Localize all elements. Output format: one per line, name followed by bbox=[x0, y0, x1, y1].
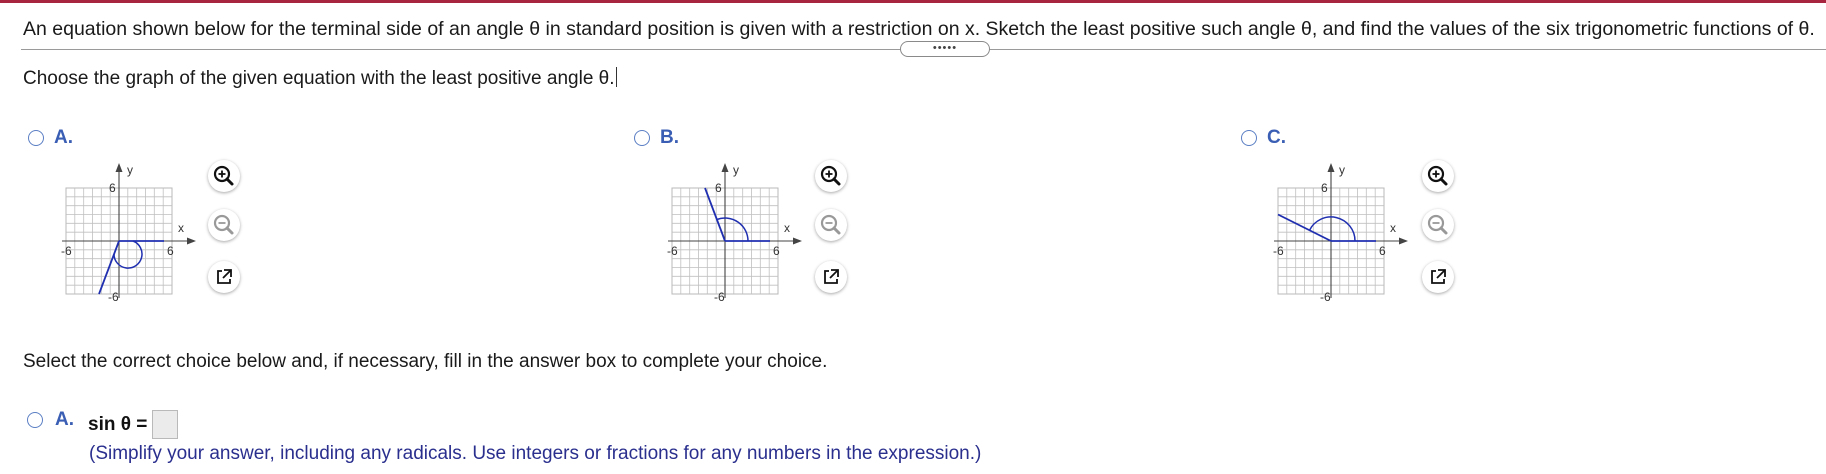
choice-b-radio[interactable] bbox=[634, 130, 650, 146]
pop-out-button-c[interactable] bbox=[1422, 261, 1454, 293]
tick-left: -6 bbox=[1273, 244, 1284, 258]
tick-left: -6 bbox=[61, 244, 72, 258]
text-cursor bbox=[615, 67, 617, 87]
zoom-out-icon bbox=[820, 214, 841, 235]
zoom-in-button-a[interactable] bbox=[208, 160, 240, 192]
x-axis-label: x bbox=[178, 221, 184, 235]
zoom-in-button-c[interactable] bbox=[1422, 160, 1454, 192]
tick-left: -6 bbox=[667, 244, 678, 258]
y-axis-label: y bbox=[127, 163, 133, 177]
tick-bottom: -6 bbox=[1320, 290, 1331, 304]
sin-theta-label: sin θ = bbox=[88, 414, 148, 435]
tick-top: 6 bbox=[109, 181, 116, 195]
sin-answer-input[interactable] bbox=[152, 410, 178, 439]
instruction: Choose the graph of the given equation w… bbox=[23, 67, 617, 90]
problem-statement: An equation shown below for the terminal… bbox=[23, 18, 1815, 40]
tick-right: 6 bbox=[1379, 244, 1386, 258]
simplify-hint: (Simplify your answer, including any rad… bbox=[89, 443, 982, 464]
choice-a-letter[interactable]: A. bbox=[54, 127, 73, 149]
zoom-out-button-b[interactable] bbox=[815, 209, 847, 241]
x-axis-label: x bbox=[1390, 221, 1396, 235]
pop-out-button-b[interactable] bbox=[815, 261, 847, 293]
choice-c-letter[interactable]: C. bbox=[1267, 127, 1286, 149]
expand-button[interactable]: ••••• bbox=[900, 41, 990, 57]
tick-bottom: -6 bbox=[108, 290, 119, 304]
zoom-in-icon bbox=[1427, 165, 1448, 186]
zoom-out-button-c[interactable] bbox=[1422, 209, 1454, 241]
choice-a-graph[interactable]: y x 6 -6 -6 6 bbox=[50, 155, 200, 310]
pop-out-icon bbox=[824, 269, 839, 284]
choice-b-letter[interactable]: B. bbox=[660, 127, 679, 149]
tick-bottom: -6 bbox=[714, 290, 725, 304]
zoom-in-button-b[interactable] bbox=[815, 160, 847, 192]
choice-b-graph[interactable]: y x 6 -6 -6 6 bbox=[656, 155, 806, 310]
answer-choice-a-radio[interactable] bbox=[27, 412, 43, 428]
zoom-out-button-a[interactable] bbox=[208, 209, 240, 241]
choice-a-radio[interactable] bbox=[28, 130, 44, 146]
tick-top: 6 bbox=[1321, 181, 1328, 195]
y-axis-label: y bbox=[733, 163, 739, 177]
pop-out-icon bbox=[217, 269, 232, 284]
y-axis-label: y bbox=[1339, 163, 1345, 177]
graph-c-svg: y x 6 -6 -6 6 bbox=[1273, 163, 1408, 304]
x-axis-label: x bbox=[784, 221, 790, 235]
instruction-text: Choose the graph of the given equation w… bbox=[23, 68, 615, 89]
zoom-out-icon bbox=[1427, 214, 1448, 235]
pop-out-button-a[interactable] bbox=[208, 261, 240, 293]
zoom-out-icon bbox=[213, 214, 234, 235]
graph-a-svg: y x 6 -6 -6 6 bbox=[61, 163, 196, 304]
choice-c-graph[interactable]: y x 6 -6 -6 6 bbox=[1262, 155, 1412, 310]
zoom-in-icon bbox=[213, 165, 234, 186]
tick-right: 6 bbox=[773, 244, 780, 258]
answer-choice-a-letter[interactable]: A. bbox=[55, 409, 74, 431]
select-prompt: Select the correct choice below and, if … bbox=[23, 351, 828, 372]
tick-right: 6 bbox=[167, 244, 174, 258]
zoom-in-icon bbox=[820, 165, 841, 186]
top-accent-bar bbox=[0, 0, 1826, 3]
choice-c-radio[interactable] bbox=[1241, 130, 1257, 146]
graph-b-svg: y x 6 -6 -6 6 bbox=[667, 163, 802, 304]
tick-top: 6 bbox=[715, 181, 722, 195]
pop-out-icon bbox=[1431, 269, 1446, 284]
